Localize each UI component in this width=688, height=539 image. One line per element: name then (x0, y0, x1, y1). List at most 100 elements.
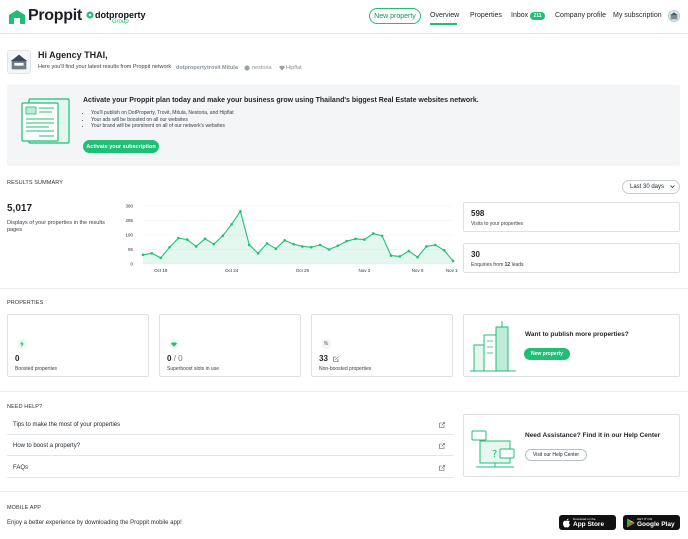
chart-point[interactable] (194, 245, 198, 248)
chart-point[interactable] (239, 210, 242, 213)
nav-overview[interactable]: Overview (430, 12, 459, 19)
app-store-button[interactable]: Download on the App Store (559, 515, 616, 530)
chart-point[interactable] (159, 256, 163, 260)
chart-point[interactable] (389, 254, 393, 257)
chart-point[interactable] (318, 243, 322, 247)
superboost-count: 0 / 0 (167, 354, 183, 363)
banner-title: Activate your Proppit plan today and mak… (83, 97, 479, 104)
chart-point[interactable] (371, 232, 375, 235)
chart-point[interactable] (168, 245, 171, 249)
superboost-card[interactable]: 0 / 0 Superboost slots in use (159, 314, 301, 377)
external-link-icon[interactable] (439, 422, 445, 428)
help-item-label[interactable]: Tips to make the most of your properties (13, 422, 120, 428)
nav-company-profile[interactable]: Company profile (555, 12, 606, 19)
superboost-total: 0 (178, 354, 183, 363)
chart-point[interactable] (433, 243, 437, 247)
nav-properties[interactable]: Properties (470, 12, 502, 19)
mobile-section-title: MOBILE APP (7, 505, 42, 511)
google-play-icon (627, 518, 635, 527)
proppit-logo-icon[interactable] (8, 9, 26, 25)
chart-point[interactable] (301, 245, 304, 248)
chart-point[interactable] (230, 223, 233, 226)
network-logo-dotproperty: dotproperty (176, 65, 207, 71)
chart-point[interactable] (177, 236, 180, 240)
app-store-big-text: App Store (573, 520, 605, 528)
section-divider (0, 391, 688, 392)
boosted-count: 0 (15, 354, 20, 363)
chart-point[interactable] (407, 249, 411, 253)
inbox-count-badge: 211 (530, 12, 545, 20)
help-item-label[interactable]: FAQs (13, 465, 28, 471)
network-logo-mitula: Mitula (222, 65, 238, 71)
chart-point[interactable] (274, 247, 278, 251)
banner-benefit-item: You'll publish on DotProperty, Trovit, M… (91, 110, 234, 117)
header-new-property-button[interactable]: New property (369, 8, 421, 24)
nonboosted-count: 33 (319, 354, 328, 363)
enquiries-label-pre: Enquiries from (471, 262, 504, 268)
chart-point[interactable] (336, 244, 340, 247)
brand-logo-text[interactable]: Proppit (28, 7, 82, 25)
superboost-used: 0 (167, 354, 172, 363)
percent-icon: % (321, 339, 331, 349)
activate-subscription-button[interactable]: Activate your subscription (83, 140, 159, 153)
chart-point[interactable] (354, 237, 357, 241)
google-play-big-text: Google Play (637, 520, 675, 528)
chart-point[interactable] (451, 259, 455, 263)
chart-point[interactable] (221, 234, 225, 238)
nonboosted-card[interactable]: % 33 Non-boosted properties (311, 314, 453, 377)
external-link-icon[interactable] (439, 443, 445, 449)
edit-icon[interactable] (333, 356, 339, 362)
chart-point[interactable] (442, 248, 446, 252)
agency-avatar-icon (7, 50, 31, 74)
visits-count: 598 (471, 209, 485, 218)
chart-point[interactable] (416, 255, 419, 259)
section-divider (0, 288, 688, 289)
chart-point[interactable] (203, 237, 207, 241)
superboost-separator: / (173, 354, 176, 363)
top-header: Proppit dotproperty Group New property O… (0, 0, 688, 34)
chart-y-tick-label: 380 (125, 204, 133, 209)
boosted-card[interactable]: 0 Boosted properties (7, 314, 149, 377)
leads-count: 12 (504, 262, 511, 268)
user-avatar-icon[interactable] (668, 10, 680, 22)
network-logo-hipflat: Hipflat (286, 65, 302, 71)
nav-inbox[interactable]: Inbox (511, 12, 528, 19)
chart-point[interactable] (380, 234, 384, 238)
visit-help-center-button[interactable]: Visit our Help Center (525, 449, 587, 461)
chart-point[interactable] (309, 245, 313, 249)
chart-point[interactable] (212, 242, 216, 246)
chart-point[interactable] (345, 239, 349, 243)
chart-point[interactable] (425, 245, 428, 248)
help-item-label[interactable]: How to boost a property? (13, 443, 80, 449)
apple-icon (563, 518, 570, 527)
chart-x-tick-label: Oct 24 (225, 268, 239, 273)
chart-point[interactable] (398, 255, 402, 258)
dotproperty-logo-icon (86, 11, 94, 19)
contract-illustration-icon (21, 98, 70, 144)
chart-point[interactable] (283, 239, 287, 242)
chart-point[interactable] (292, 242, 295, 246)
welcome-subtitle: Here you'll find your latest results fro… (38, 64, 172, 70)
chart-point[interactable] (247, 243, 251, 247)
chart-point[interactable] (265, 242, 269, 245)
section-divider (0, 491, 688, 492)
chart-point[interactable] (150, 252, 154, 255)
chart-x-tick-label: Nov 3 (359, 268, 371, 273)
chart-area-fill (143, 211, 453, 264)
superboost-label: Superboost slots in use (167, 366, 219, 372)
buildings-illustration-icon (470, 321, 516, 372)
chart-point[interactable] (185, 238, 189, 241)
chart-point[interactable] (141, 253, 145, 257)
chart-point[interactable] (327, 248, 331, 251)
publish-new-property-button[interactable]: New property (524, 348, 570, 360)
svg-text:?: ? (492, 449, 497, 460)
nav-my-subscription[interactable]: My subscription (613, 12, 662, 19)
banner-benefit-item: Your brand will be prominent on all of o… (91, 123, 234, 130)
chart-point[interactable] (363, 238, 366, 241)
chart-point[interactable] (256, 252, 260, 255)
external-link-icon[interactable] (439, 465, 445, 471)
network-logo-trovit: trovit (207, 65, 221, 71)
google-play-button[interactable]: GET IT ON Google Play (623, 515, 680, 530)
help-center-title: Need Assistance? Find it in our Help Cen… (525, 432, 661, 439)
help-item-faqs[interactable] (7, 457, 453, 478)
